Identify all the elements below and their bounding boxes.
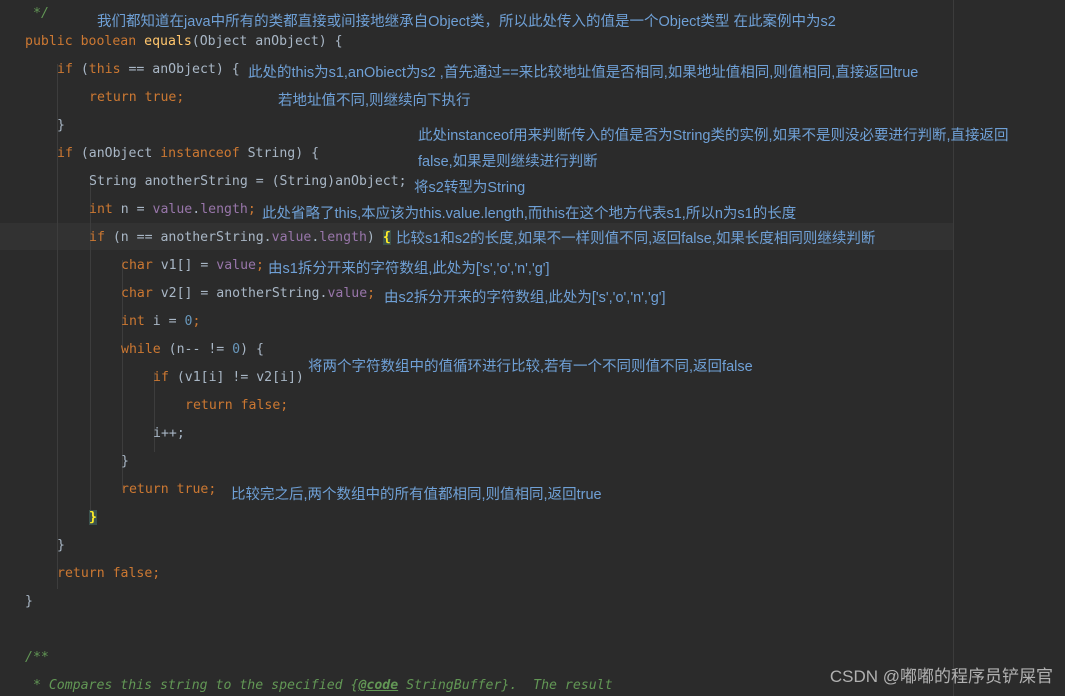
annotation-note: 由s2拆分开来的字符数组,此处为['s','o','n','g'] <box>384 290 666 306</box>
matched-brace-open: { <box>382 230 391 245</box>
matched-brace-close: } <box>89 510 97 525</box>
code-line: */ <box>33 6 49 21</box>
code-line: return false; <box>185 398 289 413</box>
code-line: char v2[] = anotherString.value; <box>121 286 376 301</box>
annotation-note: 比较完之后,两个数组中的所有值都相同,则值相同,返回true <box>231 487 602 503</box>
code-line: } <box>89 504 97 532</box>
annotation-note: false,如果是则继续进行判断 <box>418 154 598 170</box>
code-line: if (anObject instanceof String) { <box>57 146 320 161</box>
annotation-note: 若地址值不同,则继续向下执行 <box>278 93 471 109</box>
annotation-note: 此处的this为s1,anObiect为s2 ,首先通过==来比较地址值是否相同… <box>248 65 919 81</box>
annotation-note: 比较s1和s2的长度,如果不一样则值不同,返回false,如果长度相同则继续判断 <box>396 231 876 247</box>
code-line: public boolean equals(Object anObject) { <box>25 34 343 49</box>
annotation-note: 将两个字符数组中的值循环进行比较,若有一个不同则值不同,返回false <box>308 359 753 375</box>
code-line: } <box>57 538 65 553</box>
annotation-note: 此处省略了this,本应该为this.value.length,而this在这个… <box>262 206 797 222</box>
code-line: int i = 0; <box>121 314 201 329</box>
code-line: /** <box>25 650 49 665</box>
right-margin-guide <box>953 0 954 696</box>
watermark: CSDN @嘟嘟的程序员铲屎官 <box>829 667 1053 686</box>
code-line: String anotherString = (String)anObject; <box>89 174 407 189</box>
code-line: int n = value.length; <box>89 202 256 217</box>
code-line: } <box>121 454 129 469</box>
code-line: i++; <box>153 426 185 441</box>
annotation-note: 此处instanceof用来判断传入的值是否为String类的实例,如果不是则没… <box>418 128 1009 144</box>
code-line: if (n == anotherString.value.length) { <box>89 230 391 245</box>
code-line: char v1[] = value; <box>121 258 264 273</box>
code-line: return true; <box>89 90 185 105</box>
annotation-note: 由s1拆分开来的字符数组,此处为['s','o','n','g'] <box>268 261 550 277</box>
code-line: while (n-- != 0) { <box>121 342 264 357</box>
code-line: return false; <box>57 566 161 581</box>
code-line: * Compares this string to the specified … <box>25 678 613 693</box>
code-line: } <box>25 594 33 609</box>
code-editor[interactable]: */ public boolean equals(Object anObject… <box>0 0 1065 696</box>
code-line: if (this == anObject) { <box>57 62 240 77</box>
annotation-note: 将s2转型为String <box>414 180 526 196</box>
code-line: if (v1[i] != v2[i]) <box>153 370 304 385</box>
code-line: } <box>57 118 65 133</box>
annotation-note: 我们都知道在java中所有的类都直接或间接地继承自Object类，所以此处传入的… <box>97 14 836 30</box>
code-line: return true; <box>121 482 217 497</box>
